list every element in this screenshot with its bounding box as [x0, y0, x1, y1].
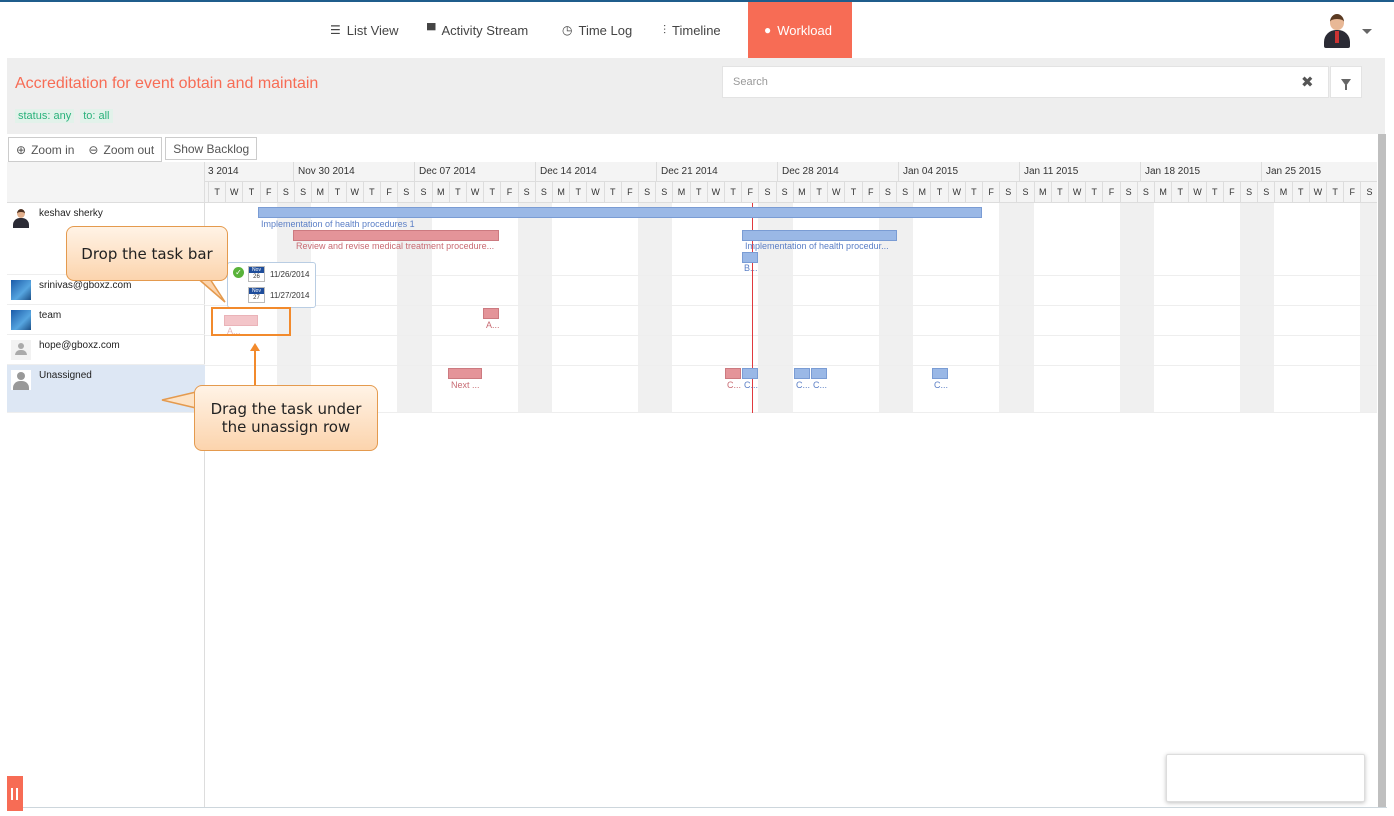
arrow-line	[254, 349, 256, 385]
drop-highlight-box	[211, 307, 291, 336]
chat-widget[interactable]	[1166, 754, 1365, 802]
sidebar-toggle[interactable]	[7, 776, 23, 811]
vertical-scrollbar[interactable]	[1378, 134, 1386, 808]
arrow-up-icon	[250, 343, 260, 351]
bottom-divider	[7, 807, 1387, 808]
callout-drag: Drag the task under the unassign row	[194, 385, 378, 451]
callout-drop: Drop the task bar	[66, 226, 228, 281]
